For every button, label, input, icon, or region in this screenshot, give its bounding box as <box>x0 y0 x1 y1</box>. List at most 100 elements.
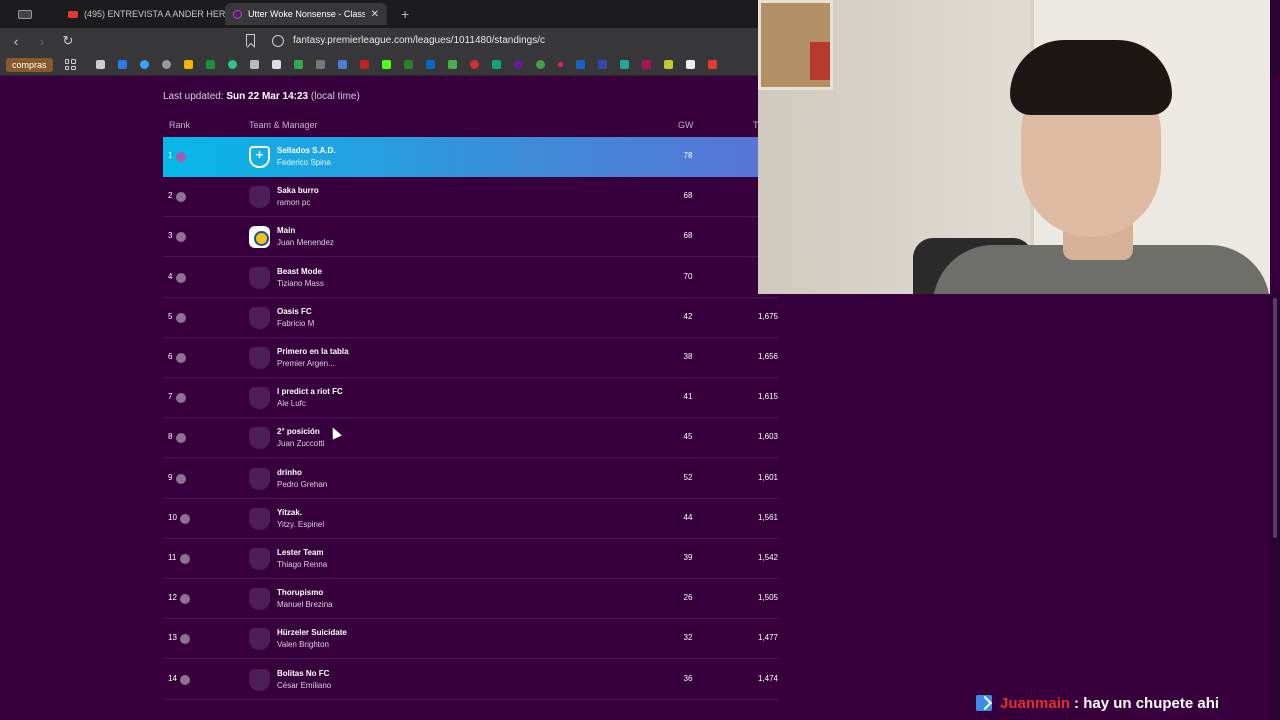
team-name-link[interactable]: Saka burro <box>277 186 319 195</box>
team-crest-icon <box>249 146 270 168</box>
total-points: 1,615 <box>757 392 778 402</box>
team-crest-icon <box>249 347 270 369</box>
rank-number: 10 <box>168 512 177 522</box>
rank-number: 3 <box>168 231 173 241</box>
rank-number: 12 <box>168 593 177 603</box>
scrollbar[interactable] <box>1270 294 1280 720</box>
chat-text: : hay un chupete ahi <box>1074 694 1220 712</box>
team-name-link[interactable]: 2° posición <box>277 427 320 436</box>
team-name-link[interactable]: Lester Team <box>277 548 324 557</box>
standings-row[interactable]: 2Saka burroramon pc681 <box>163 177 778 218</box>
gw-points: 42 <box>683 311 693 321</box>
manager-name: Premier Argen... <box>277 359 335 368</box>
team-name-link[interactable]: I predict a riot FC <box>277 387 343 396</box>
bookmarks-bar: compras <box>0 54 758 76</box>
tab-overview-button[interactable] <box>0 3 50 25</box>
standings-row[interactable]: 11 Lester Team Thiago Renna 39 1,542 <box>163 539 778 579</box>
bookmark-icon-8[interactable] <box>249 60 259 69</box>
manager-name: Ale Lufc <box>277 399 306 409</box>
bookmark-icon-23[interactable] <box>575 60 585 69</box>
manager-name: Juan Zuccotti <box>277 439 325 449</box>
team-crest-icon <box>249 548 270 570</box>
bookmark-icon-17[interactable] <box>447 60 457 69</box>
address-bar: ‹ › ↻ fantasy.premierleague.com/leagues/… <box>0 28 758 54</box>
gw-points: 52 <box>683 472 693 482</box>
team-crest-icon <box>249 306 270 329</box>
reload-icon[interactable]: ↻ <box>58 33 78 49</box>
bookmark-icon-28[interactable] <box>685 60 695 69</box>
standings-row[interactable]: 12 Thorupismo Manuel Brezina 26 1,505 <box>163 579 778 620</box>
bookmark-icon-25[interactable] <box>619 60 629 69</box>
standings-row[interactable]: 10 Yitzak. Yitzy. Espinel 44 1,561 <box>163 499 778 539</box>
rank-number: 7 <box>168 392 173 402</box>
bookmark-icon-13[interactable] <box>359 60 369 69</box>
bookmark-icon-27[interactable] <box>663 60 673 69</box>
team-crest-icon <box>249 427 270 450</box>
team-name-link[interactable]: Yitzak. <box>277 508 302 517</box>
new-tab-button[interactable]: + <box>401 6 409 22</box>
bookmark-icon-10[interactable] <box>293 60 303 69</box>
rank-number: 1 <box>168 151 173 160</box>
scrollbar-thumb[interactable] <box>1273 298 1277 538</box>
rank-number: 14 <box>168 673 177 683</box>
team-name-link[interactable]: Beast Mode <box>277 267 322 276</box>
site-info-icon[interactable] <box>272 35 284 47</box>
manager-name: César Emiliano <box>277 680 332 690</box>
tab-youtube[interactable]: (495) ENTREVISTA A ANDER HER <box>60 3 225 25</box>
bookmark-icon-18[interactable] <box>469 60 479 69</box>
team-name-link[interactable]: Oasis FC <box>277 307 312 316</box>
standings-row[interactable]: 9 drinho Pedro Grehan 52 1,601 <box>163 459 778 499</box>
forward-icon[interactable]: › <box>32 34 52 49</box>
apps-icon[interactable] <box>64 59 76 70</box>
standings-row[interactable]: 8 2° posición Juan Zuccotti 45 1,603 <box>163 418 778 459</box>
standings-row[interactable]: 14 Bolitas No FC César Emiliano 36 1,474 <box>163 660 778 700</box>
bookmark-icon-24[interactable] <box>597 60 607 69</box>
standings-row[interactable]: 3MainJuan Menendez681 <box>163 217 778 258</box>
team-name-link[interactable]: Hürzeler Suicidate <box>277 628 347 637</box>
bookmark-icon-14[interactable] <box>381 60 391 69</box>
bookmark-icon-16[interactable] <box>425 60 435 69</box>
bookmark-icon-12[interactable] <box>337 60 347 69</box>
bookmark-icon-2[interactable] <box>117 60 127 69</box>
team-name-link[interactable]: Primero en la tabla <box>277 347 349 356</box>
manager-name: Federico Spina <box>277 158 331 167</box>
bookmark-icon-20[interactable] <box>513 60 523 69</box>
total-points: 1,561 <box>757 512 778 522</box>
header-team-manager: Team & Manager <box>249 120 318 130</box>
bookmark-icon-21[interactable] <box>535 60 545 69</box>
standings-row[interactable]: 6 Primero en la tabla Premier Argen... 38 1,… <box>163 338 778 378</box>
bookmark-icon-22[interactable] <box>557 62 563 67</box>
team-name-link[interactable]: Main <box>277 226 295 235</box>
bookmark-icon-9[interactable] <box>271 60 281 69</box>
standings-row[interactable]: 5 Oasis FC Fabricio M 42 1,675 <box>163 298 778 338</box>
url-field[interactable]: fantasy.premierleague.com/leagues/101148… <box>293 35 545 46</box>
bookmark-icon-6[interactable] <box>205 60 215 69</box>
standings-row[interactable]: 13 Hürzeler Suicidate Valen Brighton 32 1,47… <box>163 619 778 660</box>
bookmark-icon[interactable] <box>246 34 255 46</box>
bookmark-icon-19[interactable] <box>491 60 501 69</box>
team-name-link[interactable]: Bolitas No FC <box>277 669 329 678</box>
bookmark-icon-15[interactable] <box>403 60 413 69</box>
manager-name: ramon pc <box>277 198 311 208</box>
back-icon[interactable]: ‹ <box>6 34 26 49</box>
last-updated-label: Last updated: <box>163 91 224 102</box>
close-tab-icon[interactable]: ✕ <box>371 9 379 20</box>
standings-row[interactable]: 7 I predict a riot FC Ale Lufc 41 1,615 <box>163 378 778 419</box>
team-name-link[interactable]: Thorupismo <box>277 588 323 597</box>
bookmark-icon-3[interactable] <box>139 60 149 69</box>
standings-row[interactable]: 1Sellados S.A.D.Federico Spina781 <box>163 137 778 177</box>
bookmark-icon-29[interactable] <box>707 60 717 69</box>
team-name-link[interactable]: drinho <box>277 468 302 477</box>
movement-indicator-icon <box>176 353 186 363</box>
bookmark-icon-7[interactable] <box>227 60 237 69</box>
bookmark-icon-5[interactable] <box>183 60 193 69</box>
last-updated: Last updated: Sun 22 Mar 14:23 (local ti… <box>163 91 360 102</box>
team-name-link[interactable]: Sellados S.A.D. <box>277 146 336 155</box>
bookmark-icon-4[interactable] <box>161 60 171 69</box>
bookmark-folder[interactable]: compras <box>6 57 53 72</box>
standings-row[interactable]: 4Beast ModeTiziano Mass701 <box>163 258 778 298</box>
bookmark-icon-11[interactable] <box>315 60 325 69</box>
bookmark-icon-1[interactable] <box>95 60 105 69</box>
bookmark-icon-26[interactable] <box>641 60 651 69</box>
tab-fpl-active[interactable]: Utter Woke Nonsense - Classi ✕ <box>225 3 387 25</box>
